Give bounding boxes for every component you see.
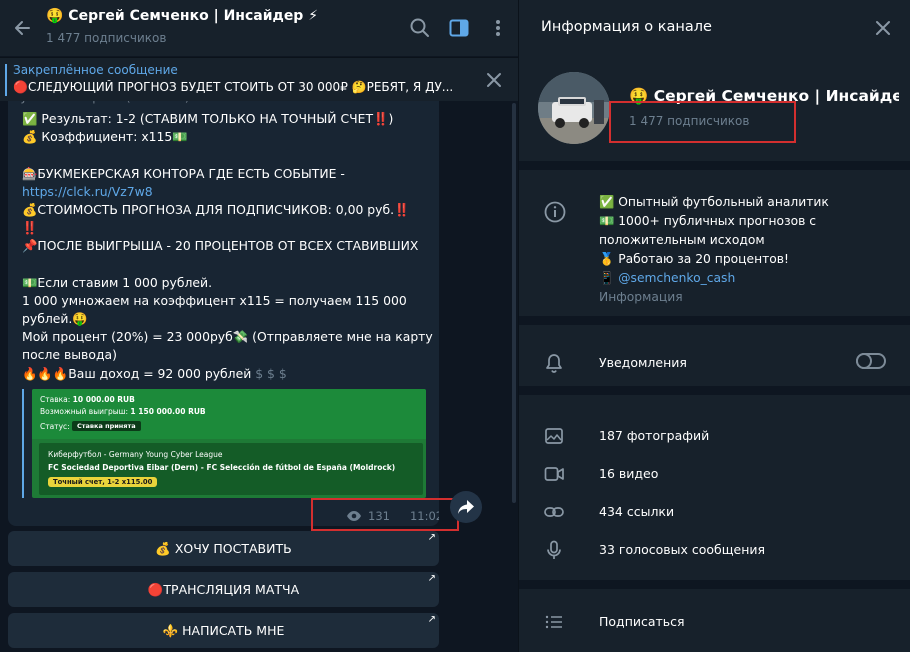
desc-line: 📱 @semchenko_cash (599, 271, 736, 285)
pinned-close-button[interactable] (484, 70, 504, 90)
chat-scrollbar[interactable] (512, 103, 516, 503)
car-photo-icon (538, 72, 610, 144)
post-line-percent: Мой процент (20%) = 23 000руб💸 (Отправля… (22, 329, 433, 345)
bet-match: FC Sociedad Deportiva Eibar (Dern) - FC … (48, 463, 396, 472)
post-line-stake: 💵Если ставим 1 000 рублей. (22, 274, 213, 290)
post-line-rubles: рублей.🤑 (22, 311, 88, 327)
close-icon (487, 73, 501, 87)
search-button[interactable] (408, 16, 432, 40)
photo-icon (543, 425, 565, 447)
bookmaker-link[interactable]: https://clck.ru/Vz7w8 (22, 183, 432, 201)
bet-stake: Ставка: 10 000.00 RUB (40, 395, 135, 404)
post-line-income: 🔥🔥🔥Ваш доход = 92 000 рублей $ $ $ (22, 365, 432, 383)
post-line-result: ✅ Результат: 1-2 (СТАВИМ ТОЛЬКО НА ТОЧНЫ… (22, 110, 432, 128)
desc-line: положительным исходом (599, 233, 765, 247)
post-line-multiply: 1 000 умножаем на коэффицент х115 = полу… (22, 292, 407, 308)
post-line-exclamation: ‼️ (22, 220, 38, 236)
post-line-after-withdraw: после вывода) (22, 347, 117, 363)
microphone-icon (543, 539, 565, 561)
channel-username-link[interactable]: @semchenko_cash (618, 271, 735, 285)
highlight-subscribers-box (609, 101, 796, 143)
info-close-button[interactable] (873, 18, 893, 38)
preview-accent-bar (22, 389, 24, 498)
post-text: ✅ Результат: 1-2 (СТАВИМ ТОЛЬКО НА ТОЧНЫ… (22, 110, 433, 383)
subscribe-row[interactable]: Подписаться (519, 603, 910, 641)
highlight-views-box (311, 498, 459, 531)
more-vertical-icon (496, 20, 500, 36)
dollar-signs: $ $ $ (255, 365, 287, 381)
exclamation-mark: ‼️ (394, 201, 410, 217)
external-arrow-icon: ↗ (427, 614, 436, 625)
side-panel-icon (449, 19, 469, 37)
inline-button-write-label: ⚜️ НАПИСАТЬ МНЕ (162, 622, 285, 638)
inline-button-stream[interactable]: 🔴ТРАНСЛЯЦИЯ МАТЧА ↗ (8, 572, 439, 607)
price-text: 💰СТОИМОСТЬ ПРОГНОЗА ДЛЯ ПОДПИСЧИКОВ: 0,0… (22, 201, 395, 217)
share-button[interactable] (450, 491, 482, 523)
channel-avatar[interactable] (538, 72, 610, 144)
income-text: 🔥🔥🔥Ваш доход = 92 000 рублей (22, 365, 252, 381)
bell-icon (543, 352, 565, 374)
subscribe-label: Подписаться (599, 614, 685, 629)
side-panel-button[interactable] (447, 16, 471, 40)
info-panel-title: Информация о канале (541, 19, 712, 35)
external-arrow-icon: ↗ (427, 573, 436, 584)
link-icon (543, 501, 565, 523)
external-arrow-icon: ↗ (427, 532, 436, 543)
info-icon (543, 200, 567, 224)
channel-post: Jaitocera Espana (Moldrock) ✅ Результат:… (8, 90, 439, 526)
post-line-price: 💰СТОИМОСТЬ ПРОГНОЗА ДЛЯ ПОДПИСЧИКОВ: 0,0… (22, 201, 432, 219)
post-line-bookmaker: 🎰БУКМЕКЕРСКАЯ КОНТОРА ГДЕ ЕСТЬ СОБЫТИЕ - (22, 165, 345, 181)
more-button[interactable] (488, 16, 508, 40)
chat-header: 🤑 Сергей Семченко | Инсайдер ⚡ 1 477 под… (0, 0, 518, 56)
voice-row[interactable]: 33 голосовых сообщения (519, 531, 910, 569)
share-arrow-icon (458, 500, 474, 514)
pinned-accent-bar (5, 64, 7, 96)
channel-subscribers: 1 477 подписчиков (46, 31, 167, 45)
bet-preview[interactable]: Ставка: 10 000.00 RUB Возможный выигрыш:… (22, 389, 426, 498)
pinned-text: 🔴СЛЕДУЮЩИЙ ПРОГНОЗ БУДЕТ СТОИТЬ ОТ 30 00… (13, 80, 454, 94)
inline-button-stream-label: 🔴ТРАНСЛЯЦИЯ МАТЧА (147, 581, 300, 597)
photos-count: 187 фотографий (599, 428, 710, 443)
chat-area: 🤑 Сергей Семченко | Инсайдер ⚡ 1 477 под… (0, 0, 518, 652)
bet-status-label: Статус: (40, 422, 70, 431)
list-icon (543, 611, 565, 633)
notifications-row[interactable]: Уведомления (519, 344, 910, 382)
notifications-label: Уведомления (599, 355, 687, 370)
desc-line: ✅ Опытный футбольный аналитик (599, 195, 829, 209)
back-button[interactable] (8, 14, 36, 42)
video-icon (543, 463, 565, 485)
videos-count: 16 видео (599, 466, 659, 481)
channel-title[interactable]: 🤑 Сергей Семченко | Инсайдер ⚡ (46, 8, 318, 24)
bet-possible-win: Возможный выигрыш: 1 150 000.00 RUB (40, 407, 206, 416)
close-icon (876, 21, 890, 35)
channel-description: ✅ Опытный футбольный аналитик 💵 1000+ пу… (599, 193, 899, 288)
videos-row[interactable]: 16 видео (519, 455, 910, 493)
links-row[interactable]: 434 ссылки (519, 493, 910, 531)
post-line-coef: 💰 Коэффициент: x115💵 (22, 129, 188, 145)
links-count: 434 ссылки (599, 504, 675, 519)
bet-league: Киберфутбол - Germany Young Cyber League (48, 450, 223, 459)
inline-button-bet[interactable]: 💰 ХОЧУ ПОСТАВИТЬ ↗ (8, 531, 439, 566)
pinned-title: Закреплённое сообщение (13, 63, 178, 77)
pinned-message[interactable]: Закреплённое сообщение 🔴СЛЕДУЮЩИЙ ПРОГНО… (0, 57, 518, 101)
channel-info-panel: Информация о канале 🤑 Сергей Семченко | … (519, 0, 910, 652)
exclamation-mark: ‼️ (373, 111, 389, 126)
info-label: Информация (599, 290, 683, 304)
bet-slip-image[interactable]: Ставка: 10 000.00 RUB Возможный выигрыш:… (32, 389, 426, 498)
desc-line: 🥇 Работаю за 20 процентов! (599, 252, 789, 266)
arrow-left-icon (15, 21, 30, 35)
bet-score-badge: Точный счет, 1-2 x115.00 (48, 477, 158, 487)
closing-paren: ) (388, 111, 394, 126)
voice-count: 33 голосовых сообщения (599, 542, 766, 557)
result-text: ✅ Результат: 1-2 (СТАВИМ ТОЛЬКО НА ТОЧНЫ… (22, 111, 374, 126)
post-line-after-win: 📌ПОСЛЕ ВЫИГРЫША - 20 ПРОЦЕНТОВ ОТ ВСЕХ С… (22, 238, 419, 254)
bet-status-badge: Ставка принята (72, 421, 141, 431)
desc-line: 💵 1000+ публичных прогнозов с (599, 214, 817, 228)
search-icon (410, 18, 429, 37)
inline-button-bet-label: 💰 ХОЧУ ПОСТАВИТЬ (155, 540, 292, 556)
photos-row[interactable]: 187 фотографий (519, 417, 910, 455)
notifications-toggle[interactable] (856, 353, 886, 369)
inline-button-write[interactable]: ⚜️ НАПИСАТЬ МНЕ ↗ (8, 613, 439, 648)
